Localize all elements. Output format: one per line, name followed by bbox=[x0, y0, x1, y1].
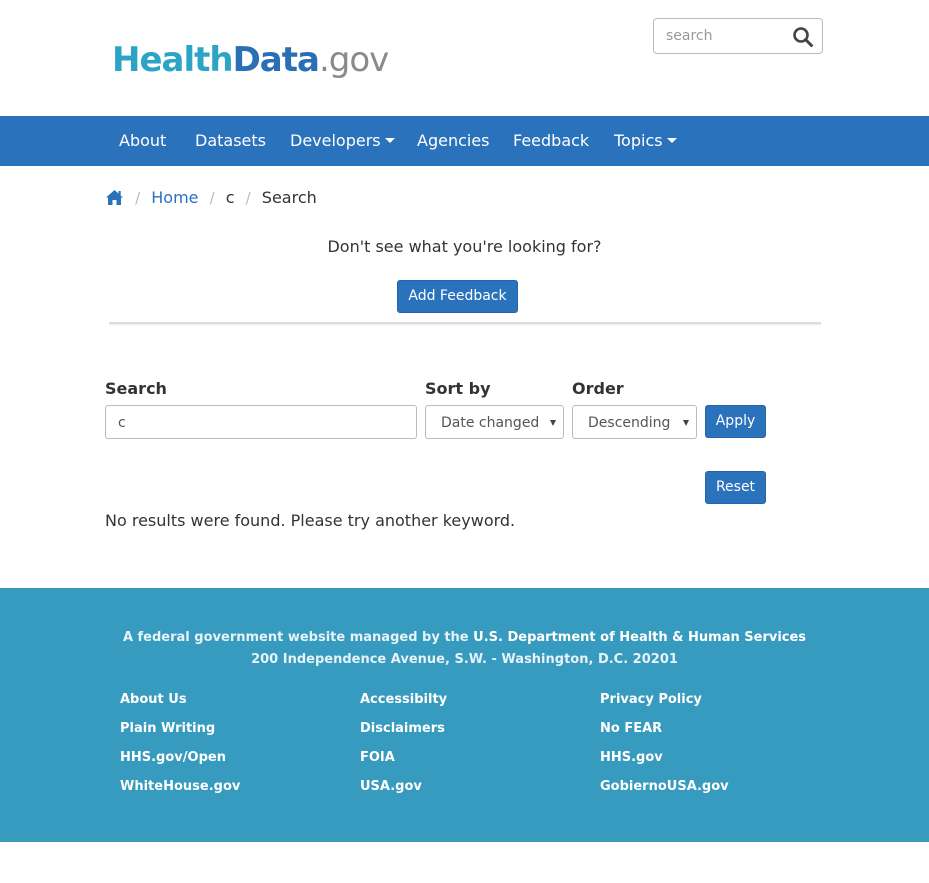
nav-item-topics[interactable]: Topics bbox=[614, 116, 677, 166]
search-label: Search bbox=[105, 379, 167, 398]
footer-link-no-fear[interactable]: No FEAR bbox=[600, 721, 662, 736]
no-results-message: No results were found. Please try anothe… bbox=[105, 511, 516, 530]
header-search-input[interactable] bbox=[655, 20, 783, 52]
breadcrumb-current: Search bbox=[261, 187, 317, 207]
footer-link-foia[interactable]: FOIA bbox=[360, 750, 395, 765]
sort-by-value: Date changed bbox=[441, 415, 540, 431]
breadcrumb-home-link[interactable]: Home bbox=[151, 185, 198, 211]
search-input[interactable]: c bbox=[105, 405, 417, 439]
caret-down-icon bbox=[384, 138, 395, 143]
footer-link-disclaimers[interactable]: Disclaimers bbox=[360, 721, 445, 736]
site-logo[interactable]: HealthData.gov bbox=[112, 38, 389, 82]
nav-item-agencies[interactable]: Agencies bbox=[417, 116, 490, 166]
footer-managed-by: A federal government website managed by … bbox=[0, 630, 929, 645]
order-label: Order bbox=[572, 379, 624, 398]
sort-by-select[interactable]: Date changed bbox=[425, 405, 564, 439]
footer-hhs-link[interactable]: U.S. Department of Health & Human Servic… bbox=[473, 630, 806, 645]
search-input-value: c bbox=[118, 415, 126, 431]
breadcrumb-separator: / bbox=[135, 188, 141, 207]
footer-link-usa-gov[interactable]: USA.gov bbox=[360, 779, 422, 794]
breadcrumb-separator: / bbox=[209, 188, 215, 207]
site-header: HealthData.gov bbox=[0, 0, 929, 116]
nav-item-datasets[interactable]: Datasets bbox=[195, 116, 266, 166]
reset-button[interactable]: Reset bbox=[705, 471, 766, 504]
footer-link-plain-writing[interactable]: Plain Writing bbox=[120, 721, 215, 736]
footer-link-privacy-policy[interactable]: Privacy Policy bbox=[600, 692, 702, 707]
footer-link-about-us[interactable]: About Us bbox=[120, 692, 187, 707]
nav-item-developers[interactable]: Developers bbox=[290, 116, 395, 166]
footer-link-hhs-gov[interactable]: HHS.gov bbox=[600, 750, 663, 765]
home-icon[interactable] bbox=[105, 189, 124, 206]
nav-item-about[interactable]: About bbox=[119, 116, 166, 166]
logo-health-text: Health bbox=[112, 40, 234, 80]
order-value: Descending bbox=[588, 415, 671, 431]
footer-address: 200 Independence Avenue, S.W. - Washingt… bbox=[251, 652, 678, 667]
feedback-prompt: Don't see what you're looking for? bbox=[327, 237, 602, 256]
select-caret-icon bbox=[683, 420, 689, 426]
footer-link-accessibility[interactable]: Accessibilty bbox=[360, 692, 447, 707]
sort-by-label: Sort by bbox=[425, 379, 491, 398]
header-search bbox=[653, 18, 823, 54]
nav-item-feedback[interactable]: Feedback bbox=[513, 116, 589, 166]
site-footer: A federal government website managed by … bbox=[0, 588, 929, 842]
breadcrumb: / Home / c / Search bbox=[105, 184, 317, 210]
breadcrumb-query: c bbox=[225, 187, 235, 207]
select-caret-icon bbox=[550, 420, 556, 426]
search-icon[interactable] bbox=[792, 26, 814, 48]
footer-managed-by-text: A federal government website managed by … bbox=[122, 630, 474, 645]
footer-link-gobierno-usa[interactable]: GobiernoUSA.gov bbox=[600, 779, 729, 794]
order-select[interactable]: Descending bbox=[572, 405, 697, 439]
logo-gov-text: .gov bbox=[318, 40, 389, 80]
add-feedback-button[interactable]: Add Feedback bbox=[397, 280, 518, 313]
main-nav: About Datasets Developers Agencies Feedb… bbox=[0, 116, 929, 166]
breadcrumb-separator: / bbox=[245, 188, 251, 207]
caret-down-icon bbox=[666, 138, 677, 143]
logo-data-text: Data bbox=[232, 40, 320, 80]
apply-button[interactable]: Apply bbox=[705, 405, 766, 438]
footer-link-whitehouse[interactable]: WhiteHouse.gov bbox=[120, 779, 240, 794]
divider bbox=[109, 322, 821, 324]
footer-link-hhs-open[interactable]: HHS.gov/Open bbox=[120, 750, 226, 765]
